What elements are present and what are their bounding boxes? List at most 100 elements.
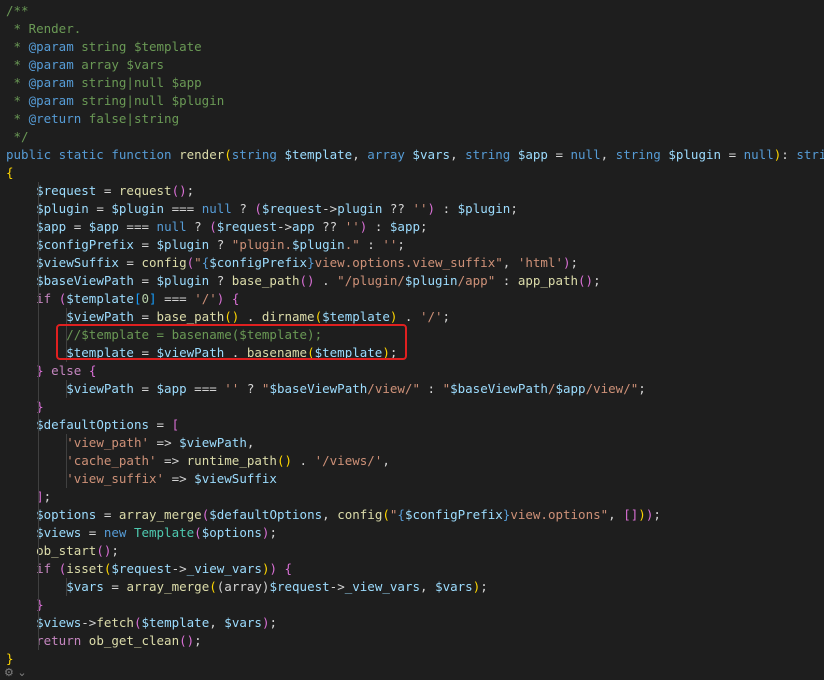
code-token: ." bbox=[344, 237, 360, 252]
code-token: , bbox=[322, 507, 338, 522]
code-line[interactable]: if ($template[0] === '/') { bbox=[6, 290, 824, 308]
code-line[interactable]: $viewPath = $app === '' ? "$baseViewPath… bbox=[6, 380, 824, 398]
code-token: $baseViewPath bbox=[36, 273, 134, 288]
code-line[interactable]: $request = request(); bbox=[6, 182, 824, 200]
code-line[interactable]: 'cache_path' => runtime_path() . '/views… bbox=[6, 452, 824, 470]
code-line[interactable]: $template = $viewPath . basename($templa… bbox=[6, 344, 824, 362]
code-token: fetch bbox=[96, 615, 134, 630]
code-token: $plugin bbox=[457, 201, 511, 216]
fold-indicator[interactable]: ⚙ ⌄ bbox=[4, 666, 27, 679]
code-token: ( bbox=[194, 525, 202, 540]
code-token: $app bbox=[389, 219, 421, 234]
indent-guide bbox=[66, 326, 67, 344]
code-token: ; bbox=[186, 183, 195, 198]
code-token: $template bbox=[66, 345, 134, 360]
code-token: ; bbox=[389, 345, 398, 360]
code-line[interactable]: $vars = array_merge((array)$request->_vi… bbox=[6, 578, 824, 596]
code-token: === bbox=[118, 219, 157, 234]
code-line[interactable]: 'view_suffix' => $viewSuffix bbox=[6, 470, 824, 488]
code-token: @param bbox=[28, 57, 74, 72]
code-token: $template bbox=[133, 39, 202, 54]
code-line[interactable]: //$template = basename($template); bbox=[6, 326, 824, 344]
code-line[interactable]: * @param string|null $app bbox=[6, 74, 824, 92]
code-token: . bbox=[397, 309, 420, 324]
code-token: ) bbox=[562, 255, 571, 270]
code-token: ob_get_clean bbox=[88, 633, 180, 648]
code-line[interactable]: $views = new Template($options); bbox=[6, 524, 824, 542]
code-line[interactable]: $configPrefix = $plugin ? "plugin.$plugi… bbox=[6, 236, 824, 254]
code-token: $app bbox=[555, 381, 586, 396]
indent-guide bbox=[38, 218, 39, 236]
code-token: @param bbox=[28, 75, 74, 90]
code-line[interactable]: */ bbox=[6, 128, 824, 146]
code-line[interactable]: /** bbox=[6, 2, 824, 20]
indent-guide bbox=[38, 470, 39, 488]
code-line[interactable]: * @return false|string bbox=[6, 110, 824, 128]
code-line[interactable]: * @param string $template bbox=[6, 38, 824, 56]
code-token: ] bbox=[149, 291, 157, 306]
code-token: string bbox=[796, 147, 824, 162]
code-token: ; bbox=[638, 381, 646, 396]
code-line[interactable]: public static function render(string $te… bbox=[6, 146, 824, 164]
code-line[interactable]: ob_start(); bbox=[6, 542, 824, 560]
code-token: , bbox=[352, 147, 368, 162]
code-token: : bbox=[419, 381, 443, 396]
code-editor[interactable]: /** * Render. * @param string $template … bbox=[0, 0, 824, 680]
code-line[interactable]: * @param array $vars bbox=[6, 56, 824, 74]
code-line[interactable]: $app = $app === null ? ($request->app ??… bbox=[6, 218, 824, 236]
code-token: 'cache_path' bbox=[66, 453, 157, 468]
code-token: ; bbox=[111, 543, 119, 558]
code-token: app_path bbox=[517, 273, 579, 288]
code-token: ( bbox=[382, 507, 390, 522]
code-line[interactable]: $baseViewPath = $plugin ? base_path() . … bbox=[6, 272, 824, 290]
code-token: string bbox=[231, 147, 285, 162]
code-line[interactable]: ]; bbox=[6, 488, 824, 506]
code-line[interactable]: * Render. bbox=[6, 20, 824, 38]
code-token: ? bbox=[186, 219, 210, 234]
indent-guide bbox=[38, 632, 39, 650]
code-token: render bbox=[179, 147, 225, 162]
code-line[interactable]: if (isset($request->_view_vars)) { bbox=[6, 560, 824, 578]
code-token: $viewPath bbox=[179, 435, 247, 450]
code-line[interactable]: } else { bbox=[6, 362, 824, 380]
code-token: ; bbox=[593, 273, 601, 288]
code-line[interactable]: $options = array_merge($defaultOptions, … bbox=[6, 506, 824, 524]
code-area[interactable]: /** * Render. * @param string $template … bbox=[6, 2, 824, 668]
code-token: $options bbox=[201, 525, 262, 540]
code-token: : bbox=[367, 219, 390, 234]
code-line[interactable]: $views->fetch($template, $vars); bbox=[6, 614, 824, 632]
code-token: '' bbox=[344, 219, 360, 234]
code-line[interactable]: } bbox=[6, 398, 824, 416]
code-token: : bbox=[495, 273, 518, 288]
indent-guide bbox=[66, 578, 67, 596]
code-line[interactable]: 'view_path' => $viewPath, bbox=[6, 434, 824, 452]
code-token: $options bbox=[36, 507, 97, 522]
code-line[interactable]: $viewPath = base_path() . dirname($templ… bbox=[6, 308, 824, 326]
code-token: * bbox=[6, 93, 29, 108]
code-token: runtime_path bbox=[186, 453, 277, 468]
code-line[interactable]: } bbox=[6, 596, 824, 614]
code-line[interactable]: return ob_get_clean(); bbox=[6, 632, 824, 650]
code-line[interactable]: * @param string|null $plugin bbox=[6, 92, 824, 110]
code-token: array_merge bbox=[126, 579, 210, 594]
code-token: $viewSuffix bbox=[194, 471, 277, 486]
code-token: $plugin bbox=[404, 273, 458, 288]
code-token: @param bbox=[28, 93, 74, 108]
code-token: () bbox=[96, 543, 112, 558]
code-line[interactable]: $viewSuffix = config("{$configPrefix}vie… bbox=[6, 254, 824, 272]
code-token: '/' bbox=[194, 291, 217, 306]
code-line[interactable]: $plugin = $plugin === null ? ($request->… bbox=[6, 200, 824, 218]
code-token: ( bbox=[314, 309, 323, 324]
code-line[interactable]: } bbox=[6, 650, 824, 668]
code-line[interactable]: { bbox=[6, 164, 824, 182]
code-token: $plugin bbox=[36, 201, 89, 216]
code-token: { bbox=[231, 291, 240, 306]
code-line[interactable]: $defaultOptions = [ bbox=[6, 416, 824, 434]
indent-guide bbox=[38, 380, 39, 398]
